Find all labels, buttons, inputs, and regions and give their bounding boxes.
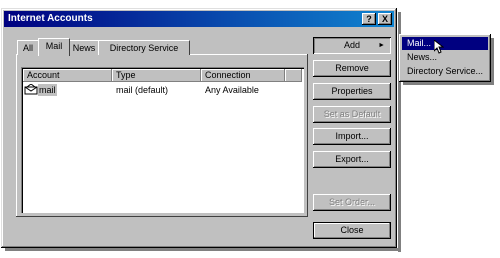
tab-news[interactable]: News — [69, 40, 99, 55]
account-connection: Any Available — [205, 85, 259, 95]
column-header-account[interactable]: Account — [23, 69, 112, 82]
tab-directory-service[interactable]: Directory Service — [98, 40, 190, 55]
tab-all[interactable]: All — [17, 40, 39, 55]
window-shadow-bottom — [5, 248, 401, 251]
account-name: mail — [38, 84, 57, 96]
menu-shadow-bottom — [403, 82, 494, 85]
set-order-button[interactable]: Set Order... — [313, 194, 391, 211]
account-type: mail (default) — [116, 85, 169, 95]
help-button[interactable]: ? — [362, 13, 376, 25]
mouse-pointer-icon — [434, 40, 444, 54]
close-window-button[interactable]: X — [378, 13, 392, 25]
export-button[interactable]: Export... — [313, 151, 391, 168]
column-header-filler — [285, 69, 302, 82]
menu-item-mail[interactable]: Mail... — [402, 37, 488, 50]
menu-shadow-right — [491, 38, 494, 85]
close-button[interactable]: Close — [313, 222, 391, 239]
add-button-label: Add — [343, 40, 360, 50]
mail-account-icon — [24, 83, 38, 96]
title-bar[interactable]: Internet Accounts ? X — [4, 11, 394, 27]
column-header-type[interactable]: Type — [112, 69, 201, 82]
remove-button[interactable]: Remove — [313, 60, 391, 77]
menu-item-news[interactable]: News... — [402, 51, 488, 64]
menu-item-directory-service[interactable]: Directory Service... — [402, 65, 488, 78]
set-as-default-button[interactable]: Set as Default — [313, 106, 391, 123]
column-header-connection[interactable]: Connection — [201, 69, 285, 82]
import-button[interactable]: Import... — [313, 128, 391, 145]
add-button[interactable]: Add ► — [313, 37, 391, 54]
properties-button[interactable]: Properties — [313, 83, 391, 100]
accounts-list[interactable]: Account Type Connection mail mail (defau… — [21, 67, 304, 213]
tab-mail[interactable]: Mail — [38, 38, 70, 56]
window-title: Internet Accounts — [8, 13, 93, 24]
submenu-arrow-icon: ► — [378, 42, 385, 49]
add-submenu: Mail... News... Directory Service... — [399, 34, 491, 82]
